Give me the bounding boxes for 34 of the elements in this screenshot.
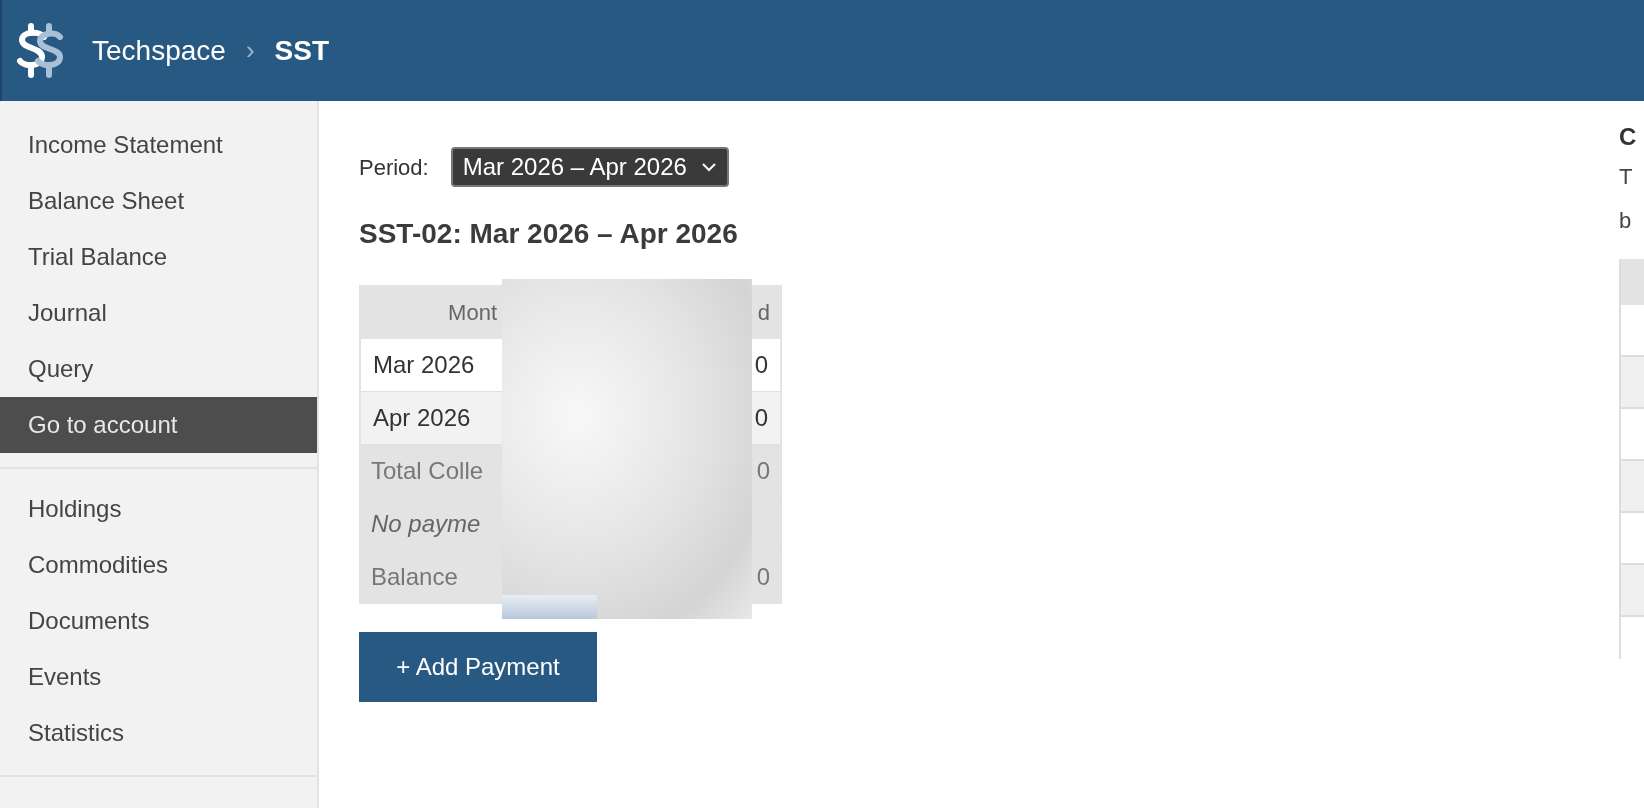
page-title: SST-02: Mar 2026 – Apr 2026 <box>359 217 738 251</box>
section-heading: C <box>1619 122 1638 152</box>
column-header: Mont <box>447 298 498 327</box>
table-cell-text: 0 <box>756 456 771 486</box>
column-header: d <box>757 298 771 327</box>
table-cell-text: Total Colle <box>370 456 485 486</box>
description-text: T <box>1619 163 1634 191</box>
sidebar-item[interactable]: Commodities <box>0 537 317 593</box>
table-cell-text: 0 <box>754 403 769 433</box>
table-cell-text: Apr 2026 <box>372 403 472 433</box>
breadcrumb-link[interactable]: Techspace <box>92 29 226 72</box>
chevron-down-icon <box>700 162 717 172</box>
table-cell-text: 0 <box>754 350 769 380</box>
sidebar-item[interactable]: Income Statement <box>0 117 317 173</box>
sidebar-item[interactable]: Events <box>0 649 317 705</box>
breadcrumb-separator: › <box>245 34 255 67</box>
sidebar-item[interactable]: Query <box>0 341 317 397</box>
sidebar-item[interactable]: Documents <box>0 593 317 649</box>
period-label: Period: <box>359 153 429 182</box>
logo-icon[interactable] <box>16 22 64 79</box>
period-select[interactable]: Mar 2026 – Apr 2026 <box>450 147 729 187</box>
sidebar-item[interactable]: Trial Balance <box>0 229 317 285</box>
sidebar-item[interactable]: Holdings <box>0 481 317 537</box>
sidebar-item[interactable]: Statistics <box>0 705 317 761</box>
sidebar-item[interactable]: Balance Sheet <box>0 173 317 229</box>
table-cell-text: Mar 2026 <box>372 350 476 380</box>
add-payment-button[interactable]: + Add Payment <box>359 632 597 702</box>
table-cell-text: 0 <box>756 562 771 592</box>
sidebar-item[interactable]: Go to account <box>0 397 317 453</box>
table-cell-text: No payme <box>370 509 482 539</box>
breadcrumb-link[interactable]: SST <box>274 29 329 72</box>
description-text: b <box>1619 207 1633 235</box>
sidebar-item[interactable]: Journal <box>0 285 317 341</box>
table-cell-text: Balance <box>370 562 459 592</box>
